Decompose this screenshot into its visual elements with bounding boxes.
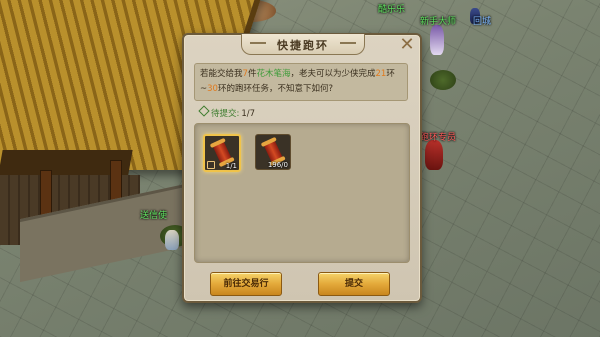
pending-label: 待提交: <box>211 109 240 119</box>
message-text: 环的跑环任务，不知意下如何? <box>217 84 333 94</box>
pending-submit-row: 待提交: 1/7 <box>198 105 256 119</box>
dialog-title-plate: 快捷跑环 <box>241 34 365 55</box>
go-to-trade-button[interactable]: 前往交易行 <box>210 272 282 296</box>
quick-ring-dialog: 快捷跑环 ✕ 若能交给我7件花木笔海，老夫可以为少侠完成21环~30环的跑环任务… <box>182 33 422 303</box>
dialog-title: 快捷跑环 <box>277 39 329 52</box>
lock-icon <box>207 161 215 169</box>
close-icon[interactable]: ✕ <box>398 36 416 55</box>
item-quantity: 196/0 <box>267 161 288 169</box>
item-grid: 1/1 196/0 <box>194 123 410 263</box>
message-ring-start: 21 <box>375 69 387 79</box>
npc-character[interactable] <box>430 25 444 55</box>
npc-name-label: 新手大师 <box>420 17 457 27</box>
pending-count: 1/7 <box>241 109 256 119</box>
npc-name-label: 送信使 <box>140 211 168 221</box>
npc-character[interactable] <box>425 140 443 170</box>
npc-name-label: 跑环专员 <box>420 133 457 143</box>
message-ring-end: 30 <box>207 84 218 94</box>
item-slot[interactable]: 1/1 <box>203 134 241 172</box>
shrub <box>430 70 456 90</box>
quest-message: 若能交给我7件花木笔海，老夫可以为少侠完成21环~30环的跑环任务，不知意下如何… <box>194 63 408 101</box>
message-text: ，老夫可以为少侠完成 <box>290 69 376 79</box>
message-text: 若能交给我 <box>200 69 243 79</box>
npc-name-label: 回城 <box>473 17 492 27</box>
item-quantity: 1/1 <box>225 162 237 170</box>
npc-character[interactable] <box>165 230 179 250</box>
diamond-bullet-icon <box>198 105 210 117</box>
message-item-name: 花木笔海 <box>256 69 291 79</box>
item-slot[interactable]: 196/0 <box>255 134 291 170</box>
submit-button[interactable]: 提交 <box>318 272 390 296</box>
npc-name-label: 酷乐乐 <box>378 5 406 15</box>
